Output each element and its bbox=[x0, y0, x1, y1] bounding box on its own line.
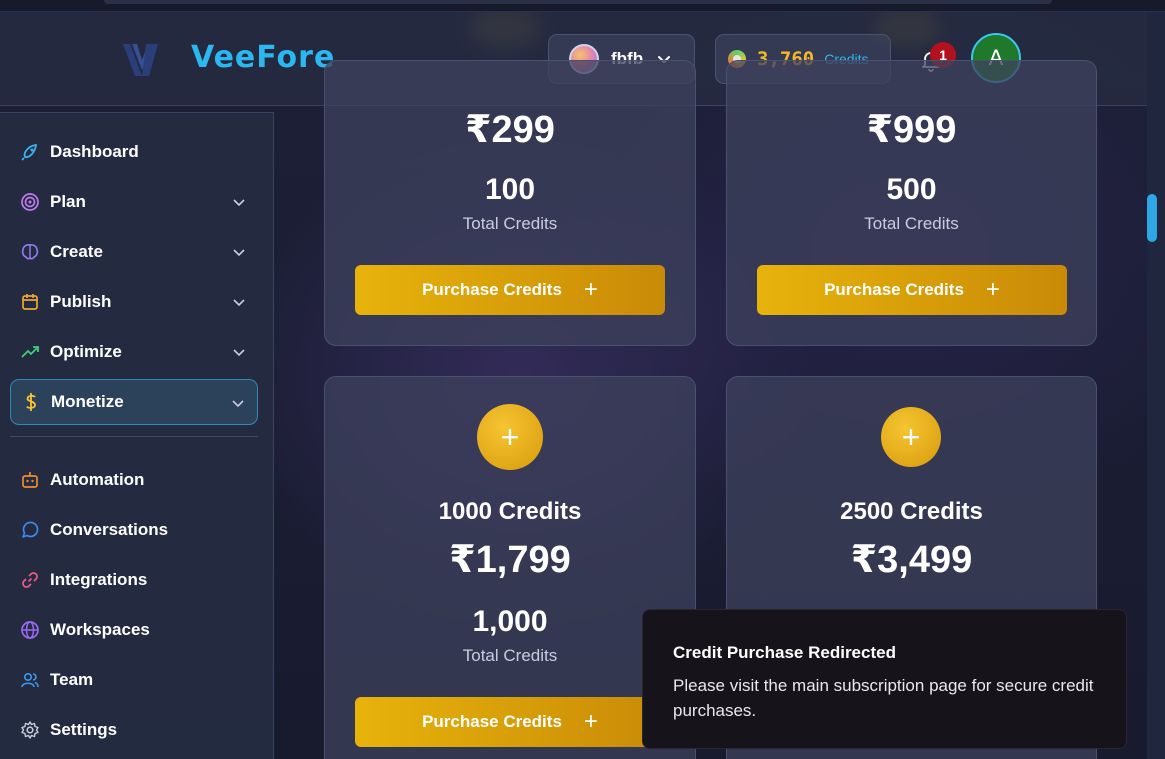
purchase-credits-button[interactable]: Purchase Credits + bbox=[355, 265, 665, 315]
gear-icon bbox=[20, 720, 40, 740]
credit-package-card: ₹299 100 Total Credits Purchase Credits … bbox=[324, 60, 696, 346]
scrollbar-track[interactable] bbox=[1147, 12, 1165, 759]
browser-top-strip bbox=[0, 0, 1165, 12]
purchase-credits-label: Purchase Credits bbox=[422, 712, 562, 731]
package-price: ₹3,499 bbox=[850, 539, 973, 581]
sidebar-item-settings[interactable]: Settings bbox=[10, 707, 258, 753]
package-credits-label: Total Credits bbox=[462, 214, 558, 233]
sidebar-item-label: Workspaces bbox=[50, 620, 150, 639]
package-price: ₹299 bbox=[465, 109, 555, 151]
sidebar-item-dashboard[interactable]: Dashboard bbox=[10, 129, 258, 175]
package-title: 1000 Credits bbox=[438, 498, 582, 525]
sidebar-item-label: Create bbox=[50, 242, 103, 261]
sidebar-item-label: Team bbox=[50, 670, 94, 689]
sidebar-divider bbox=[10, 436, 258, 437]
target-icon bbox=[20, 192, 40, 212]
package-credits-label: Total Credits bbox=[864, 214, 959, 233]
package-price: ₹1,799 bbox=[449, 539, 571, 581]
users-icon bbox=[20, 670, 40, 690]
chevron-down-icon bbox=[233, 299, 245, 307]
sidebar-item-label: Optimize bbox=[50, 342, 122, 361]
toast-message: Please visit the main subscription page … bbox=[673, 676, 1094, 720]
sidebar-item-label: Publish bbox=[50, 292, 112, 311]
link-icon bbox=[20, 570, 40, 590]
sidebar-item-team[interactable]: Team bbox=[10, 657, 258, 703]
chevron-down-icon bbox=[233, 199, 245, 207]
sidebar-item-label: Plan bbox=[50, 192, 86, 211]
purchase-credits-label: Purchase Credits bbox=[824, 280, 964, 299]
credit-package-card: + 1000 Credits ₹1,799 1,000 Total Credit… bbox=[324, 376, 696, 759]
brand-name[interactable]: VeeFore bbox=[191, 40, 335, 75]
purchase-credits-button[interactable]: Purchase Credits + bbox=[355, 697, 665, 747]
package-credits: 100 bbox=[484, 173, 536, 206]
sidebar-item-create[interactable]: Create bbox=[10, 229, 258, 275]
sidebar-item-automation[interactable]: Automation bbox=[10, 457, 258, 503]
sidebar-item-monetize[interactable]: Monetize bbox=[10, 379, 258, 425]
sidebar-item-label: Integrations bbox=[50, 570, 148, 589]
plus-icon: + bbox=[985, 276, 1000, 303]
sidebar-item-label: Conversations bbox=[50, 520, 169, 539]
rocket-icon bbox=[20, 142, 40, 162]
plus-icon: + bbox=[477, 404, 543, 470]
calendar-icon bbox=[20, 292, 40, 312]
veefore-logo-icon[interactable] bbox=[120, 40, 164, 80]
credit-package-card: ₹999 500 Total Credits Purchase Credits … bbox=[726, 60, 1097, 346]
sidebar-item-label: Automation bbox=[50, 470, 145, 489]
sidebar-item-optimize[interactable]: Optimize bbox=[10, 329, 258, 375]
dollar-icon bbox=[21, 392, 41, 412]
toast-notification[interactable]: Credit Purchase Redirected Please visit … bbox=[642, 609, 1127, 749]
package-credits-label: Total Credits bbox=[462, 646, 558, 665]
plus-icon: + bbox=[583, 276, 598, 303]
package-credits: 1,000 bbox=[472, 605, 548, 638]
scrollbar-thumb[interactable] bbox=[1147, 194, 1157, 242]
purchase-credits-label: Purchase Credits bbox=[422, 280, 562, 299]
plus-icon: + bbox=[583, 708, 598, 735]
sidebar-item-conversations[interactable]: Conversations bbox=[10, 507, 258, 553]
toast-title: Credit Purchase Redirected bbox=[673, 643, 896, 662]
bot-icon bbox=[20, 470, 40, 490]
sidebar-item-plan[interactable]: Plan bbox=[10, 179, 258, 225]
globe-icon bbox=[20, 620, 40, 640]
chevron-down-icon bbox=[233, 349, 245, 357]
sidebar-item-integrations[interactable]: Integrations bbox=[10, 557, 258, 603]
trending-up-icon bbox=[20, 342, 40, 362]
sidebar: Dashboard Plan Create Publish Optimize M… bbox=[0, 112, 274, 759]
package-credits: 500 bbox=[886, 173, 937, 206]
plus-icon: + bbox=[881, 407, 941, 467]
chevron-down-icon bbox=[233, 249, 245, 257]
chevron-down-icon bbox=[232, 400, 244, 408]
purchase-credits-button[interactable]: Purchase Credits + bbox=[757, 265, 1067, 315]
sidebar-item-label: Settings bbox=[50, 720, 118, 739]
chat-icon bbox=[20, 520, 40, 540]
package-title: 2500 Credits bbox=[840, 498, 983, 525]
brain-icon bbox=[20, 242, 40, 262]
sidebar-item-label: Monetize bbox=[51, 392, 124, 411]
package-price: ₹999 bbox=[866, 109, 957, 151]
sidebar-item-label: Dashboard bbox=[50, 142, 139, 161]
sidebar-item-publish[interactable]: Publish bbox=[10, 279, 258, 325]
sidebar-item-workspaces[interactable]: Workspaces bbox=[10, 607, 258, 653]
